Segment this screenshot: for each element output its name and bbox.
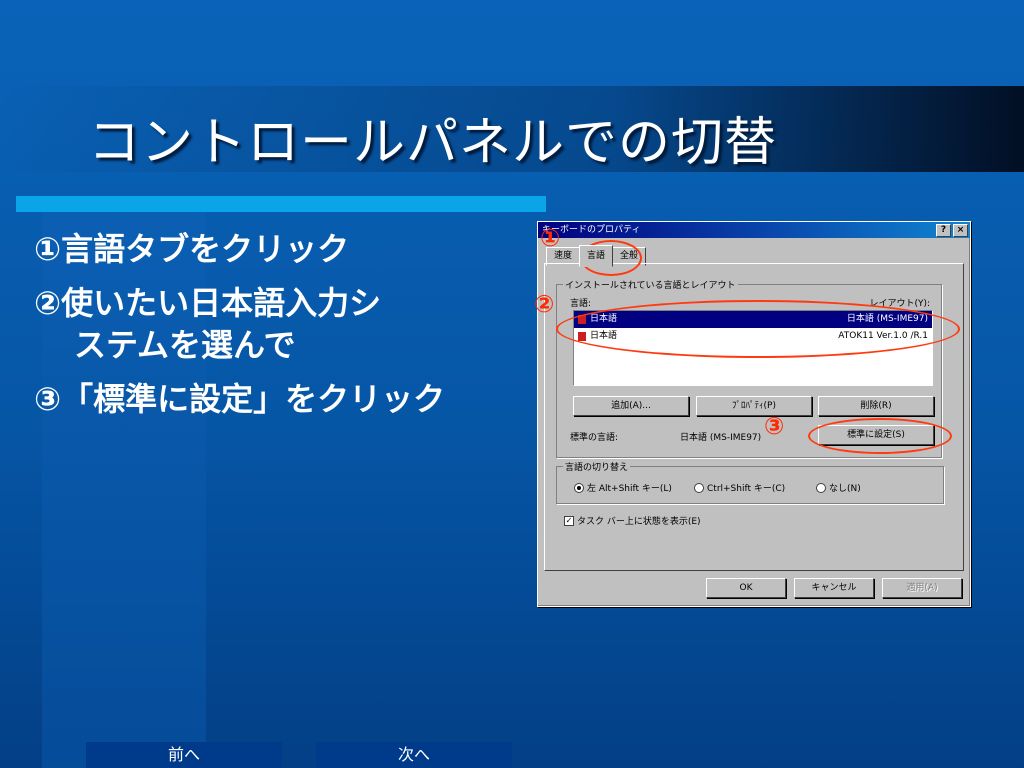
taskbar-status-checkbox[interactable]: ✓ タスク バー上に状態を表示(E) bbox=[564, 514, 701, 527]
add-button[interactable]: 追加(A)... bbox=[573, 396, 689, 416]
annotation-ring-2 bbox=[556, 300, 960, 358]
delete-button[interactable]: 削除(R) bbox=[818, 396, 934, 416]
step-number: ② bbox=[34, 284, 62, 322]
page-title: コントロールパネルでの切替 bbox=[88, 113, 778, 173]
radio-left-alt-shift[interactable]: 左 Alt+Shift キー(L) bbox=[574, 481, 672, 494]
step-1: ①言語タブをクリック bbox=[34, 228, 524, 270]
group-label: 言語の切り替え bbox=[563, 460, 631, 473]
annotation-number-3: ③ bbox=[764, 412, 785, 440]
cancel-button[interactable]: キャンセル bbox=[794, 578, 874, 598]
step-text: 使いたい日本語入力シ bbox=[61, 284, 382, 322]
accent-bar bbox=[16, 196, 546, 212]
annotation-number-2: ② bbox=[534, 290, 555, 318]
next-button[interactable]: 次へ bbox=[316, 742, 512, 768]
annotation-number-1: ① bbox=[540, 224, 561, 252]
step-text-continued: ステムを選んで bbox=[74, 326, 296, 364]
language-column-header: 言語: bbox=[570, 299, 592, 309]
radio-ctrl-shift[interactable]: Ctrl+Shift キー(C) bbox=[694, 481, 785, 494]
radio-none[interactable]: なし(N) bbox=[816, 481, 861, 494]
apply-button[interactable]: 適用(A) bbox=[882, 578, 962, 598]
checkbox-checked-icon: ✓ bbox=[564, 515, 574, 526]
step-2: ②使いたい日本語入力シ ステムを選んで bbox=[34, 282, 524, 366]
tab-language[interactable]: 言語 bbox=[579, 245, 614, 267]
close-button[interactable]: × bbox=[953, 224, 968, 237]
radio-label: 左 Alt+Shift キー(L) bbox=[587, 484, 672, 494]
step-text: 言語タブをクリック bbox=[61, 230, 350, 268]
step-number: ① bbox=[34, 230, 62, 268]
step-text: 「標準に設定」をクリック bbox=[61, 380, 446, 418]
step-list: ①言語タブをクリック ②使いたい日本語入力シ ステムを選んで ③「標準に設定」を… bbox=[34, 228, 524, 432]
properties-button[interactable]: ﾌﾟﾛﾊﾟﾃｨ(P) bbox=[696, 396, 812, 416]
radio-selected-icon bbox=[574, 482, 584, 493]
step-3: ③「標準に設定」をクリック bbox=[34, 378, 524, 420]
annotation-ring-3 bbox=[808, 418, 952, 454]
ok-button[interactable]: OK bbox=[706, 578, 786, 598]
keyboard-properties-dialog: キーボードのプロパティ ? × 速度 言語 全般 インストールされている言語とレ… bbox=[537, 221, 971, 607]
default-language-label: 標準の言語: bbox=[570, 433, 619, 443]
help-button[interactable]: ? bbox=[936, 224, 951, 237]
checkbox-label: タスク バー上に状態を表示(E) bbox=[577, 517, 701, 527]
default-language-value: 日本語 (MS-IME97) bbox=[680, 433, 762, 443]
dialog-titlebar[interactable]: キーボードのプロパティ ? × bbox=[538, 222, 970, 238]
radio-icon bbox=[694, 482, 704, 493]
radio-icon bbox=[816, 482, 826, 493]
group-label: インストールされている言語とレイアウト bbox=[563, 278, 738, 291]
step-number: ③ bbox=[34, 380, 62, 418]
radio-label: Ctrl+Shift キー(C) bbox=[707, 484, 786, 494]
prev-button[interactable]: 前へ bbox=[86, 742, 282, 768]
radio-label: なし(N) bbox=[829, 484, 861, 494]
